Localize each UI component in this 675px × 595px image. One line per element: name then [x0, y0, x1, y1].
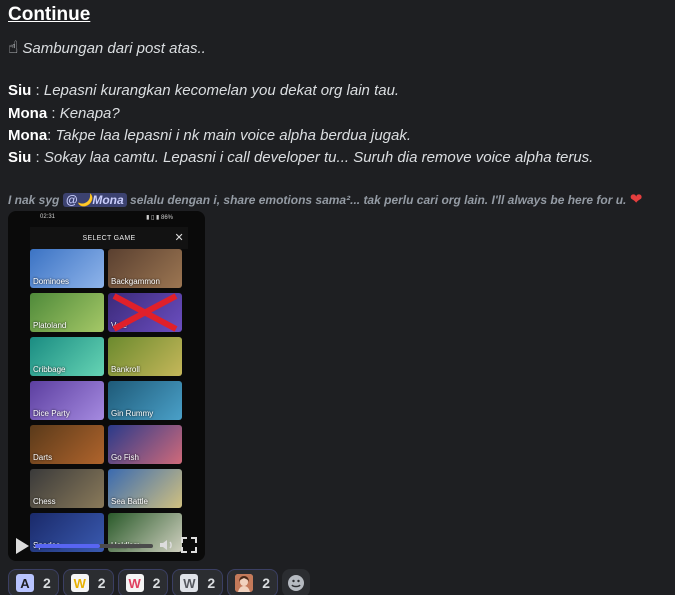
dialogue-line: Siu : Sokay laa camtu. Lepasni i call de… [8, 149, 594, 166]
video-progress-bar[interactable] [35, 544, 153, 548]
dialogue-text: Kenapa? [59, 105, 120, 122]
game-tile: Vote [108, 293, 182, 332]
smiley-icon [287, 575, 304, 591]
game-label: Go Fish [111, 453, 140, 462]
game-tile: Dice Party [30, 381, 104, 420]
game-tile: Backgammon [108, 249, 182, 288]
status-time: 02:31 [40, 214, 56, 220]
game-tile: Dominoes [30, 249, 104, 288]
intro-text: Sambungan dari post atas.. [22, 40, 206, 57]
dialogue-text: Takpe laa lepasni i nk main voice alpha … [55, 127, 412, 144]
reaction-count: 2 [262, 575, 270, 591]
volume-icon[interactable] [159, 538, 175, 555]
game-tile: Sea Battle [108, 469, 182, 508]
letter-a-emoji: A [16, 574, 34, 592]
game-label: Chess [33, 497, 56, 506]
game-tile: Darts [30, 425, 104, 464]
dialogue-line: Mona : Kenapa? [8, 105, 120, 122]
red-heart-icon: ❤ [629, 191, 643, 208]
phone-status-bar: 02:31 ▮ ▯ ▮ 86% [8, 211, 205, 225]
reaction-pill[interactable]: A 2 [8, 569, 59, 595]
dialogue-line: Mona: Takpe laa lepasni i nk main voice … [8, 127, 412, 144]
reaction-pill[interactable]: W 2 [172, 569, 224, 595]
close-icon: ✕ [174, 232, 184, 244]
letter-w-emoji: W [125, 574, 144, 592]
game-label: Gin Rummy [111, 409, 154, 418]
game-label: Backgammon [111, 277, 160, 286]
user-mention[interactable]: @🌙Mona [62, 193, 127, 207]
fullscreen-icon[interactable] [181, 536, 197, 556]
video-attachment[interactable]: 02:31 ▮ ▯ ▮ 86% SELECT GAME ✕ Dominoes B… [8, 211, 205, 561]
reaction-pill[interactable]: W 2 [62, 569, 114, 595]
avatar-emoji [235, 574, 254, 592]
add-reaction-button[interactable] [281, 569, 310, 595]
game-tile: Gin Rummy [108, 381, 182, 420]
reaction-count: 2 [152, 575, 161, 591]
game-label: Sea Battle [111, 497, 148, 506]
video-progress-fill [35, 544, 100, 548]
video-controls [8, 531, 205, 561]
speaker-name: Mona [8, 105, 48, 122]
game-label: Bankroll [111, 365, 140, 374]
speaker-name: Siu [8, 149, 32, 166]
reaction-pill[interactable]: W 2 [117, 569, 169, 595]
cross-out-icon [112, 293, 178, 332]
play-icon[interactable] [16, 538, 29, 554]
reaction-pill[interactable]: 2 [227, 569, 278, 595]
game-tile: Chess [30, 469, 104, 508]
reaction-count: 2 [43, 575, 51, 591]
game-tile: Cribbage [30, 337, 104, 376]
dialogue-line: Siu : Lepasni kurangkan kecomelan you de… [8, 82, 400, 99]
dialogue-text: Lepasni kurangkan kecomelan you dekat or… [43, 82, 400, 99]
game-tile: Platoland [30, 293, 104, 332]
message-heading: Continue [8, 4, 91, 25]
game-label: Darts [33, 453, 53, 462]
reaction-count: 2 [97, 575, 106, 591]
letter-w-emoji: W [180, 574, 199, 592]
speaker-name: Siu [8, 82, 32, 99]
game-tile: Go Fish [108, 425, 182, 464]
speaker-name: Mona [8, 127, 48, 144]
status-icons: ▮ ▯ ▮ 86% [146, 215, 173, 221]
select-game-header: SELECT GAME ✕ [30, 227, 188, 249]
dialogue-text: Sokay laa camtu. Lepasni i call develope… [43, 149, 594, 166]
game-label: Cribbage [33, 365, 66, 374]
reaction-count: 2 [207, 575, 216, 591]
dialog-title: SELECT GAME [82, 234, 136, 242]
intro-line: ☝ Sambungan dari post atas.. [8, 38, 206, 58]
game-label: Platoland [33, 321, 67, 330]
subtext-before: I nak syg [8, 193, 60, 207]
reaction-bar: A 2 W 2 W 2 W 2 2 [8, 569, 310, 595]
game-grid: Dominoes Backgammon Platoland Vote Cribb… [30, 249, 186, 552]
pointing-up-hand-icon: ☝ [8, 38, 19, 57]
subtext-after: selalu dengan i, share emotions sama²...… [130, 193, 627, 207]
game-tile: Bankroll [108, 337, 182, 376]
letter-w-emoji: W [70, 574, 89, 592]
subtext-line: I nak syg @🌙Mona selalu dengan i, share … [8, 190, 642, 208]
game-label: Dice Party [33, 409, 70, 418]
game-label: Dominoes [33, 277, 70, 286]
